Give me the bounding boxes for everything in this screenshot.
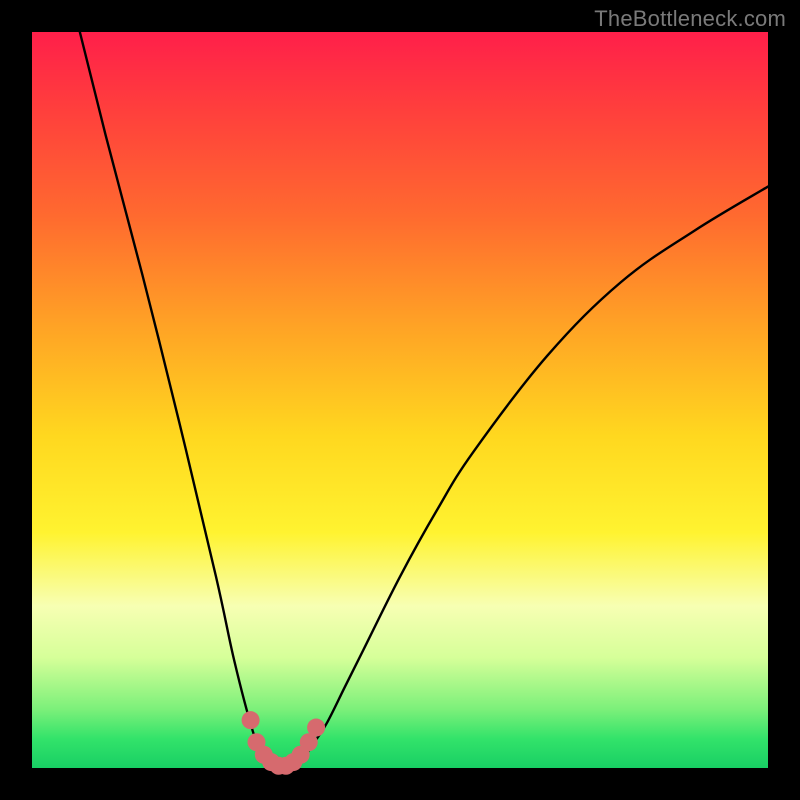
chart-svg [32,32,768,768]
bottom-dot [307,719,325,737]
watermark-text: TheBottleneck.com [594,6,786,32]
bottleneck-curve [80,32,768,768]
bottom-dot [242,711,260,729]
bottom-dots-group [242,711,326,775]
chart-stage: TheBottleneck.com [0,0,800,800]
plot-area [32,32,768,768]
